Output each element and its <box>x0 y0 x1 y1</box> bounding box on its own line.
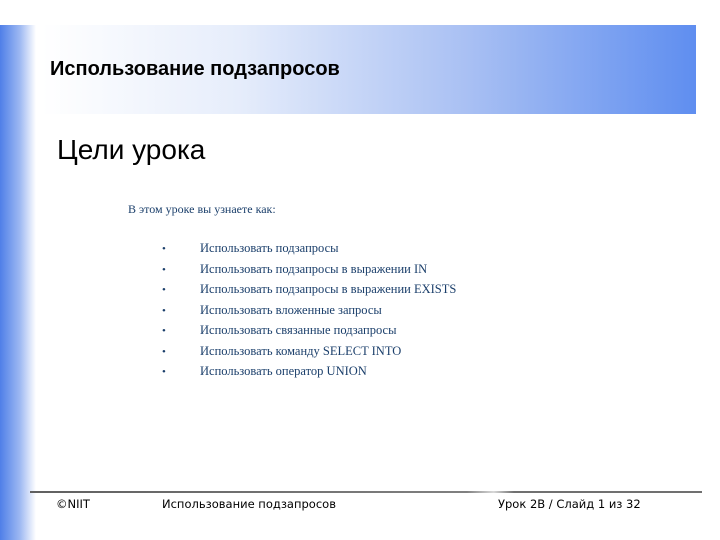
left-accent-bar <box>0 25 36 540</box>
intro-text: В этом уроке вы узнаете как: <box>128 202 276 216</box>
list-item: • Использовать связанные подзапросы <box>162 320 456 341</box>
list-item: • Использовать вложенные запросы <box>162 300 456 321</box>
objective-text: Использовать команду SELECT INTO <box>200 343 402 358</box>
objective-text: Использовать вложенные запросы <box>200 302 382 317</box>
bullet-icon: • <box>162 284 166 296</box>
footer-page-number: Урок 2В / Слайд 1 из 32 <box>498 497 641 511</box>
list-item: • Использовать подзапросы в выражении EXI… <box>162 279 456 300</box>
list-item: • Использовать подзапросы в выражении IN <box>162 259 456 280</box>
objective-text: Использовать подзапросы в выражении IN <box>200 261 428 276</box>
bullet-icon: • <box>162 263 166 276</box>
objective-text: Использовать подзапросы в выражении EXIS… <box>200 282 457 296</box>
bullet-icon: • <box>162 243 166 255</box>
list-item: • Использовать команду SELECT INTO <box>162 341 456 362</box>
objectives-list: • Использовать подзапросы • Использовать п… <box>162 238 456 382</box>
bullet-icon: • <box>162 345 166 358</box>
bullet-icon: • <box>162 325 166 337</box>
objective-text: Использовать оператор UNION <box>200 364 367 378</box>
footer-copyright: ©NIIT <box>56 497 90 511</box>
objective-text: Использовать подзапросы <box>200 241 339 255</box>
bullet-icon: • <box>162 304 166 317</box>
bullet-icon: • <box>162 366 166 378</box>
footer-divider <box>30 491 702 493</box>
slide-title: Использование подзапросов <box>50 58 340 80</box>
list-item: • Использовать подзапросы <box>162 238 456 259</box>
section-heading: Цели урока <box>57 134 206 165</box>
objective-text: Использовать связанные подзапросы <box>200 323 397 337</box>
list-item: • Использовать оператор UNION <box>162 361 456 382</box>
footer-topic: Использование подзапросов <box>162 497 336 511</box>
